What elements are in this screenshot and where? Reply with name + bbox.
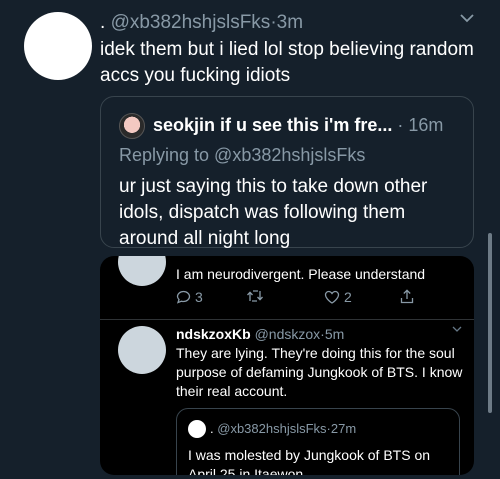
display-name[interactable]: . [100,12,105,33]
like-count: 2 [344,289,352,305]
timestamp[interactable]: 3m [277,12,303,33]
nested-timestamp[interactable]: 27m [331,421,356,436]
reply-header: ndskzoxKb @ndskzox·5m [176,326,344,342]
quote-avatar[interactable] [119,113,145,139]
reply-handle[interactable]: @ndskzox [255,326,321,342]
avatar[interactable] [188,420,206,438]
reply-text: They are lying. They're doing this for t… [176,345,463,399]
scrollbar[interactable] [488,233,492,413]
chevron-down-icon[interactable] [460,14,474,23]
retweet-icon [247,290,263,302]
tweet-text: idek them but i lied lol stop believing … [100,39,474,86]
nested-handle[interactable]: @xb382hshjslsFks [217,421,326,436]
handle[interactable]: @xb382hshjslsFks [111,12,271,33]
nested-display-name[interactable]: . [210,421,214,436]
embedded-thread[interactable]: I am neurodivergent. Please understand 3… [100,256,474,475]
quote-header: seokjin if u see this i'm fre... · 16m [153,115,443,136]
separator: · [397,115,404,135]
tweet-header: . @xb382hshjslsFks·3m [100,12,303,34]
reply-button[interactable]: 3 [176,289,203,307]
avatar[interactable] [118,256,166,286]
share-icon [400,289,414,304]
avatar[interactable] [24,12,92,80]
chevron-down-icon[interactable] [452,326,462,332]
prev-tweet-text: I am neurodivergent. Please understand [176,266,426,282]
like-icon [324,290,340,304]
reply-timestamp[interactable]: 5m [325,326,344,342]
reply-display-name[interactable]: ndskzoxKb [176,326,251,342]
reply-icon [176,290,191,304]
like-button[interactable]: 2 [324,289,352,307]
quote-display-name[interactable]: seokjin if u see this i'm fre... [153,115,392,135]
divider [100,319,474,320]
retweet-button[interactable] [246,289,264,303]
replying-to[interactable]: Replying to @xb382hshjslsFks [119,145,365,166]
reply-count: 3 [195,289,203,305]
nested-quote-header: . @xb382hshjslsFks·27m [210,421,356,436]
quote-timestamp[interactable]: 16m [408,115,443,135]
avatar[interactable] [118,326,166,374]
share-button[interactable] [400,289,414,304]
nested-quote-text: I was molested by Jungkook of BTS on Apr… [188,447,431,475]
quote-text: ur just saying this to take down other i… [119,176,428,249]
